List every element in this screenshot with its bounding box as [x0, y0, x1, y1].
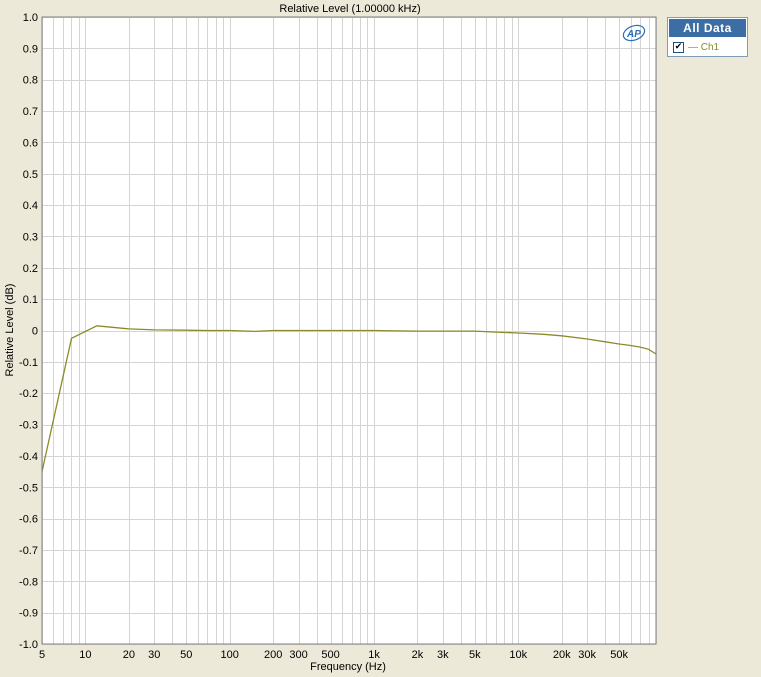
y-tick-label: 0.3 [23, 231, 38, 243]
x-tick-label: 1k [368, 649, 380, 661]
y-tick-label: 1.0 [23, 12, 38, 24]
y-tick-label: 0.2 [23, 263, 38, 275]
y-tick-label: 0.6 [23, 137, 38, 149]
ap-logo-text: AP [626, 29, 641, 40]
x-tick-label: 50 [180, 649, 192, 661]
y-tick-label: 0.8 [23, 75, 38, 87]
y-tick-label: 0.5 [23, 169, 38, 181]
legend-item-label: — Ch1 [688, 41, 720, 53]
x-tick-label: 30k [578, 649, 596, 661]
x-tick-label: 2k [412, 649, 424, 661]
y-tick-label: -0.5 [19, 482, 38, 494]
x-tick-label: 20k [553, 649, 571, 661]
y-tick-label: -0.2 [19, 388, 38, 400]
x-tick-label: 20 [123, 649, 135, 661]
x-tick-label: 5 [39, 649, 45, 661]
x-tick-label: 5k [469, 649, 481, 661]
x-tick-label: 10k [509, 649, 527, 661]
x-tick-label: 3k [437, 649, 449, 661]
legend-item-ch1[interactable]: ✔ — Ch1 [668, 38, 747, 56]
x-tick-label: 30 [148, 649, 160, 661]
y-tick-label: 0.4 [23, 200, 38, 212]
x-tick-label: 50k [610, 649, 628, 661]
y-axis-label: Relative Level (dB) [4, 284, 16, 377]
legend-header[interactable]: All Data [669, 19, 746, 37]
y-tick-label: -0.7 [19, 545, 38, 557]
y-axis-ticks: 1.0 0.9 0.8 0.7 0.6 0.5 0.4 0.3 0.2 0.1 0 -0.1 -0.2 -… [19, 12, 38, 651]
legend-panel: All Data ✔ — Ch1 [667, 17, 748, 57]
y-tick-label: 0 [32, 326, 38, 338]
ch1-checkbox[interactable]: ✔ [673, 41, 684, 53]
y-tick-label: 0.1 [23, 294, 38, 306]
y-tick-label: -0.1 [19, 357, 38, 369]
y-tick-label: 0.9 [23, 43, 38, 55]
y-tick-label: -0.8 [19, 576, 38, 588]
chart-title: Relative Level (1.00000 kHz) [279, 3, 420, 15]
y-tick-label: -0.3 [19, 420, 38, 432]
y-tick-label: -1.0 [19, 639, 38, 651]
x-tick-label: 100 [221, 649, 239, 661]
frequency-response-chart: Relative Level (1.00000 kHz) 1.0 0.9 0.8 0.… [4, 3, 657, 673]
x-tick-label: 300 [289, 649, 307, 661]
y-tick-label: -0.6 [19, 514, 38, 526]
y-tick-label: 0.7 [23, 106, 38, 118]
x-tick-label: 200 [264, 649, 282, 661]
x-tick-label: 500 [321, 649, 339, 661]
x-axis-ticks: 5 10 20 30 50 100 200 300 500 1k 2k 3k 5k 10k 20k 30k 50… [39, 649, 629, 661]
y-tick-label: -0.4 [19, 451, 38, 463]
x-tick-label: 10 [79, 649, 91, 661]
y-tick-label: -0.9 [19, 608, 38, 620]
x-axis-label: Frequency (Hz) [310, 661, 386, 673]
